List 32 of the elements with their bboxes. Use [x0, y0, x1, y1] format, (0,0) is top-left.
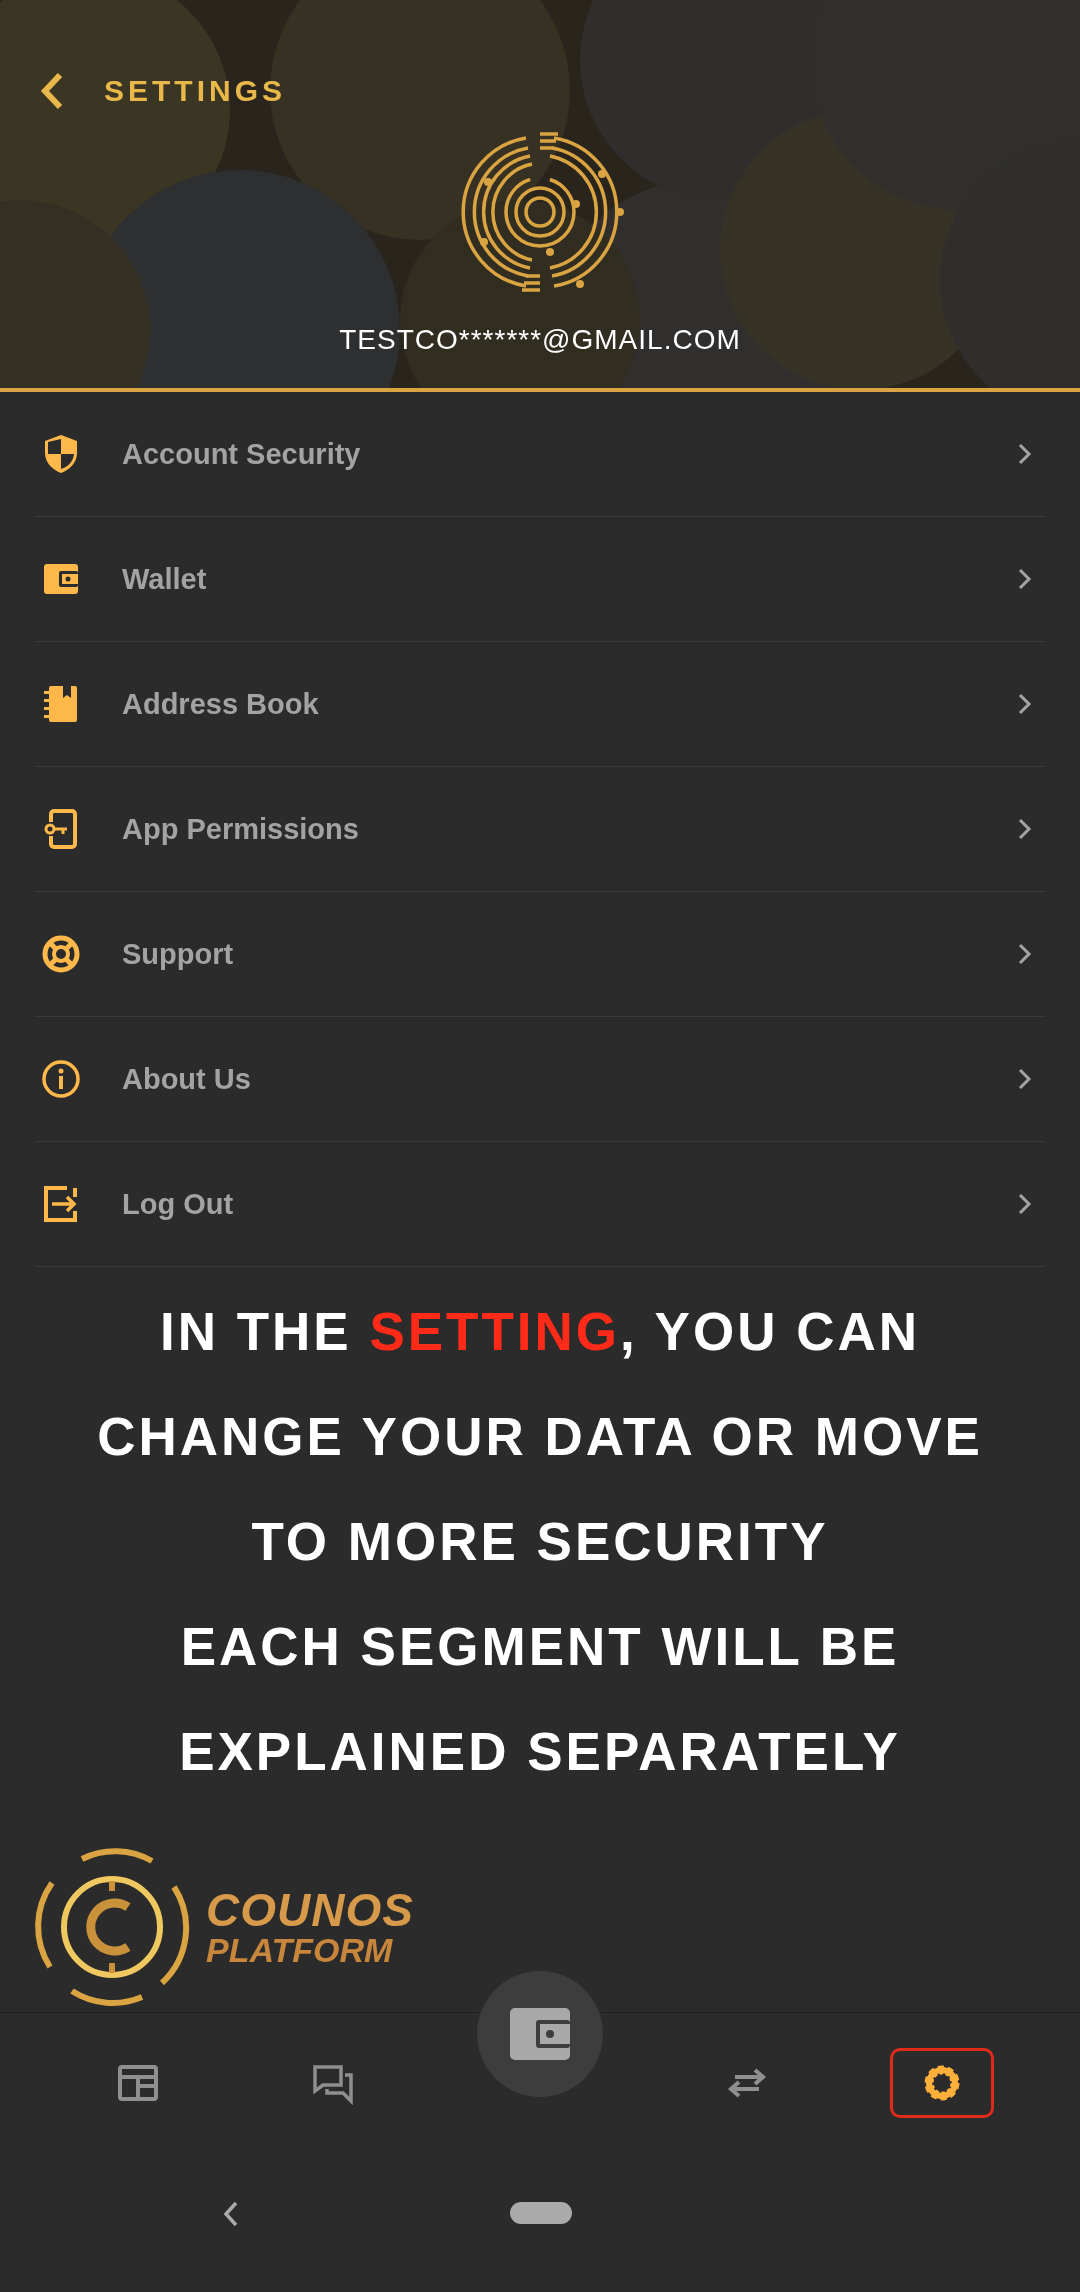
- settings-item[interactable]: Wallet: [35, 517, 1045, 643]
- chevron-icon: [1017, 442, 1033, 467]
- settings-item[interactable]: About Us: [35, 1017, 1045, 1143]
- chevron-icon: [1017, 817, 1033, 842]
- system-back-icon[interactable]: [222, 2200, 240, 2229]
- brand-tagline: PLATFORM: [206, 1933, 394, 1968]
- chevron-icon: [1017, 942, 1033, 967]
- item-label: App Permissions: [122, 811, 359, 847]
- info-icon: [40, 1058, 82, 1101]
- item-label: Account Security: [122, 436, 361, 472]
- caption-text: EACH SEGMENT WILL BE EXPLAINED SEPARATELY: [178, 1616, 902, 1784]
- caption-text: IN THE SETTING, YOU CAN CHANGE YOUR DATA OR MOVE TO MORE SECURITY: [96, 1301, 984, 1574]
- item-label: Log Out: [122, 1186, 234, 1222]
- chevron-icon: [1017, 1067, 1033, 1092]
- chevron-icon: [1017, 1192, 1033, 1217]
- item-label: About Us: [122, 1061, 251, 1097]
- settings-item[interactable]: Address Book: [35, 642, 1045, 768]
- settings-item[interactable]: Support: [35, 892, 1045, 1018]
- screen-title: SETTINGS: [104, 73, 286, 109]
- item-label: Support: [122, 936, 234, 972]
- home-pill[interactable]: [510, 2202, 572, 2225]
- chevron-icon: [1017, 692, 1033, 717]
- wallet-icon: [508, 2005, 572, 2062]
- settings-item[interactable]: Account Security: [35, 392, 1045, 518]
- chevron-icon: [1017, 567, 1033, 592]
- brand-name: COUNOS: [206, 1887, 414, 1934]
- email-address: TESTCO*******@GMAIL.COM: [339, 323, 741, 357]
- item-label: Wallet: [122, 561, 207, 597]
- settings-item[interactable]: Log Out: [35, 1142, 1045, 1268]
- settings-item[interactable]: App Permissions: [35, 767, 1045, 893]
- nav-tab[interactable]: [890, 2047, 995, 2118]
- item-label: Address Book: [122, 686, 319, 722]
